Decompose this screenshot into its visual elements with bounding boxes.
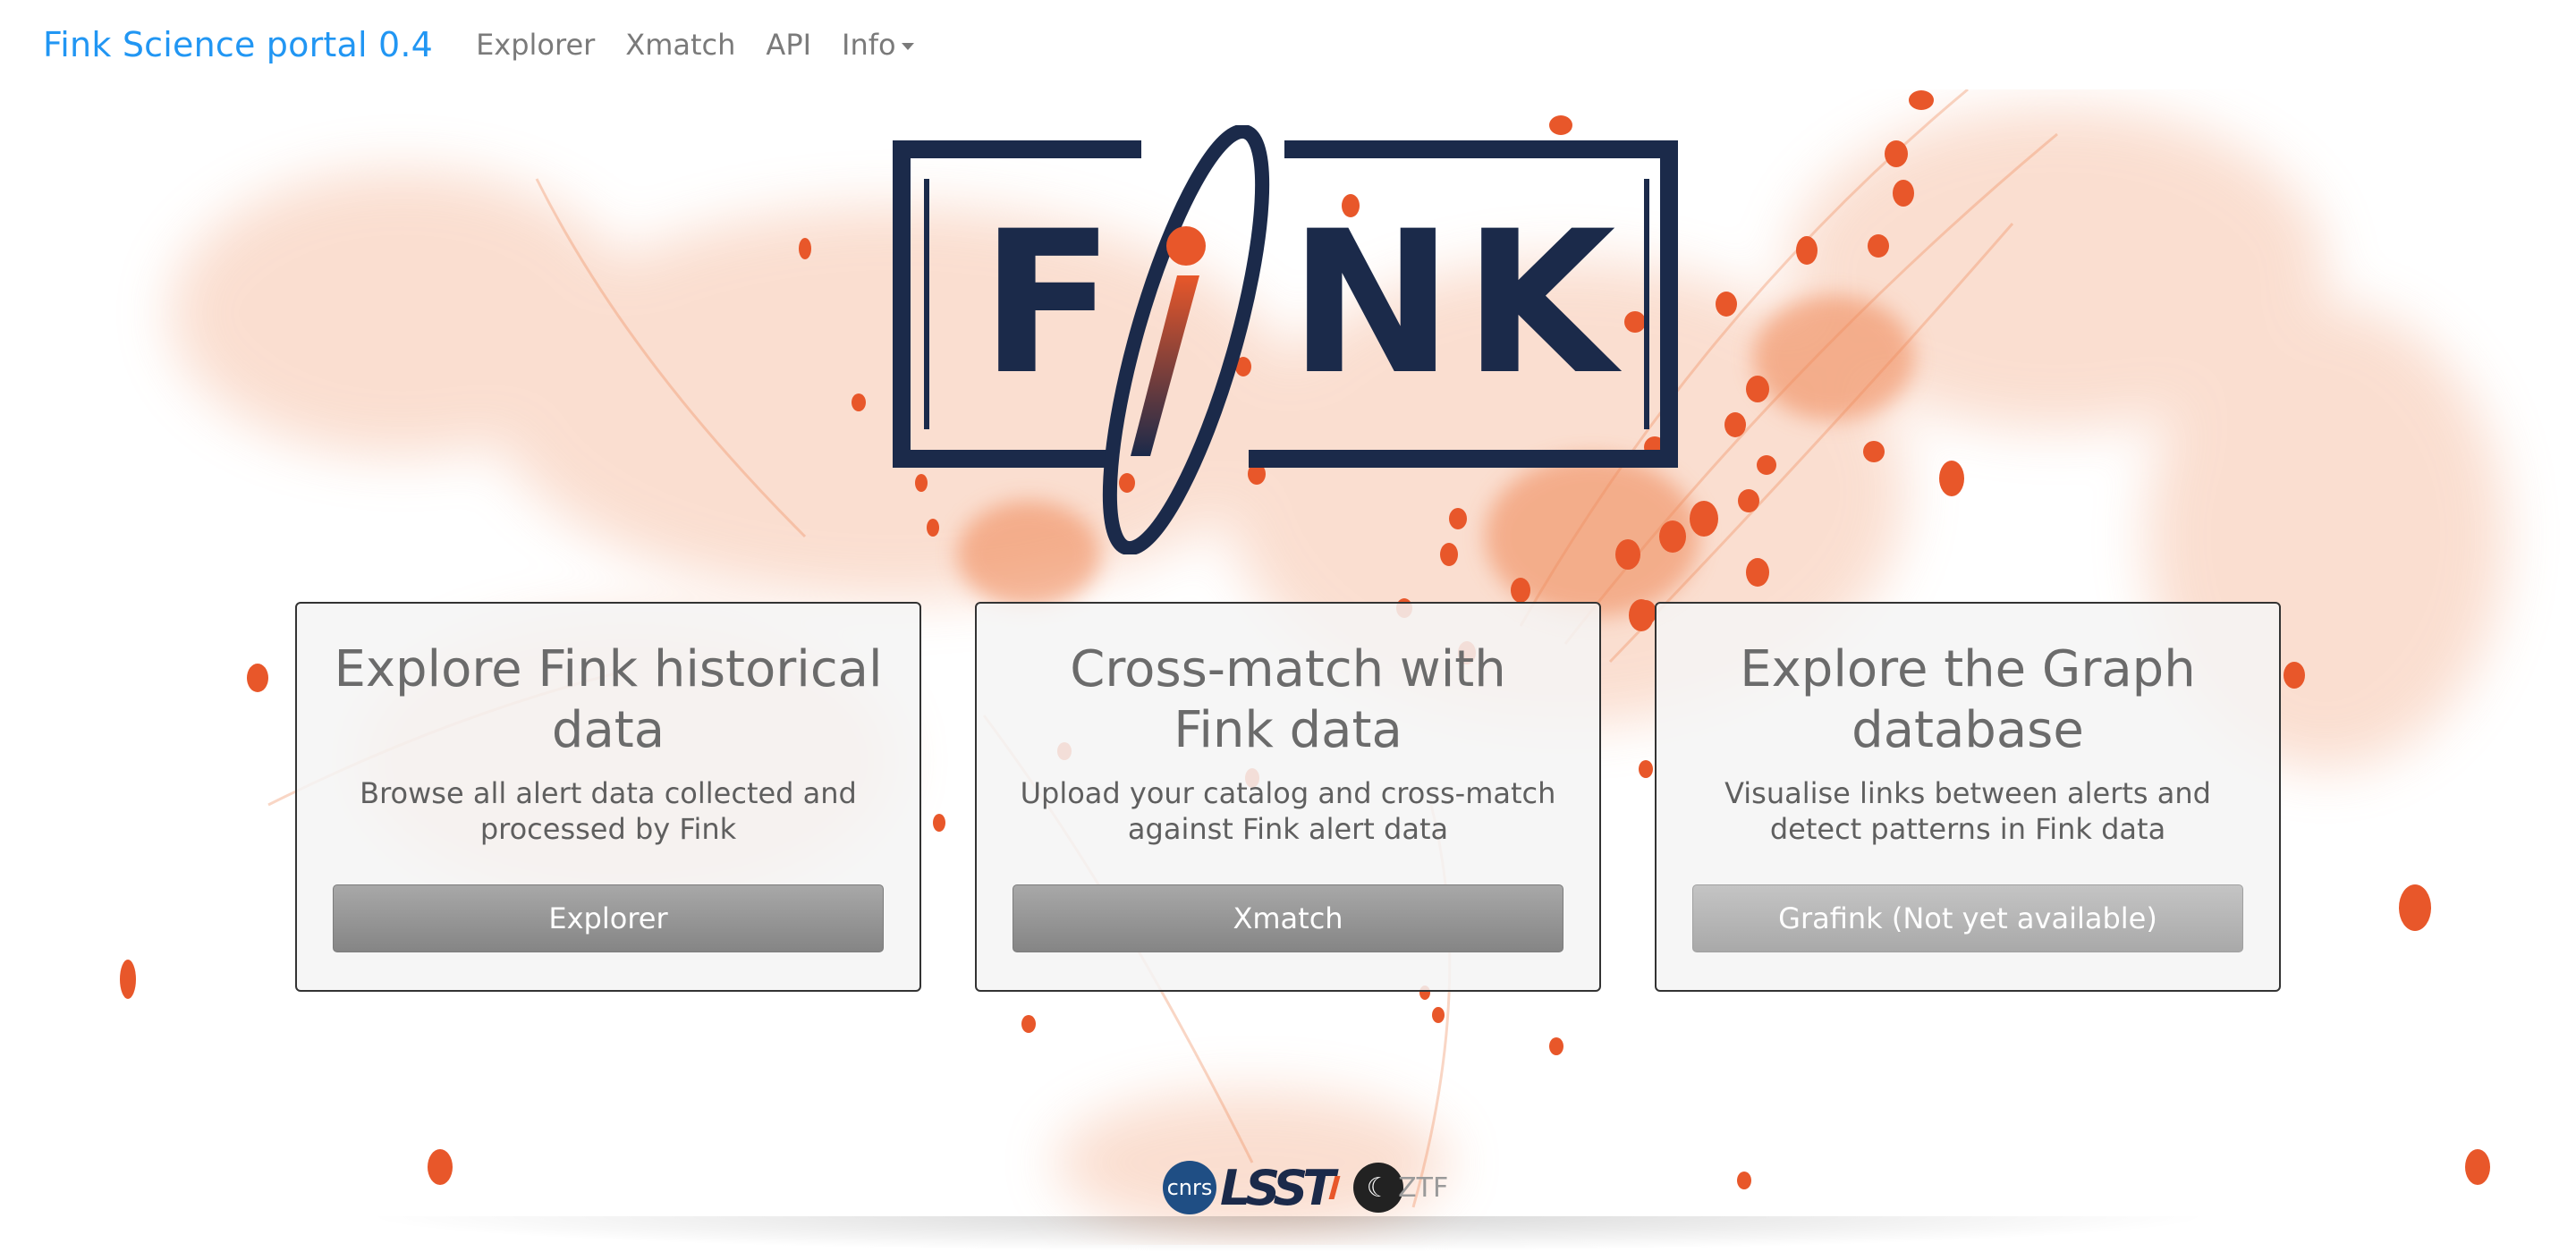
brand-link[interactable]: Fink Science portal 0.4 xyxy=(43,25,433,64)
partner-logos: cnrs LSST ☾ ZTF xyxy=(1163,1159,1448,1216)
nav-info-dropdown[interactable]: Info xyxy=(842,28,914,62)
svg-text:N: N xyxy=(1289,189,1453,418)
lsst-logo-icon: LSST xyxy=(1220,1159,1335,1216)
card-xmatch: Cross-match with Fink data Upload your c… xyxy=(975,602,1601,992)
ztf-logo-text: ZTF xyxy=(1398,1172,1449,1204)
card-title: Explore Fink historical data xyxy=(334,640,883,759)
fink-logo-icon: F N K xyxy=(893,125,1678,554)
card-title: Cross-match with Fink data xyxy=(1070,640,1506,759)
card-grafink: Explore the Graph database Visualise lin… xyxy=(1655,602,2281,992)
xmatch-button[interactable]: Xmatch xyxy=(1013,884,1563,952)
card-description: Upload your catalog and cross-match agai… xyxy=(1020,776,1556,846)
card-description: Browse all alert data collected and proc… xyxy=(360,776,857,846)
card-description: Visualise links between alerts and detec… xyxy=(1724,776,2211,846)
card-explorer: Explore Fink historical data Browse all … xyxy=(295,602,921,992)
grafink-button[interactable]: Grafink (Not yet available) xyxy=(1692,884,2243,952)
lsst-accent-bar xyxy=(1328,1176,1341,1199)
caret-down-icon xyxy=(901,43,914,50)
nav-info-label: Info xyxy=(842,28,896,62)
svg-text:K: K xyxy=(1463,189,1623,418)
nav-explorer[interactable]: Explorer xyxy=(476,28,595,62)
top-navbar: Fink Science portal 0.4 Explorer Xmatch … xyxy=(0,0,2576,89)
explorer-button[interactable]: Explorer xyxy=(333,884,884,952)
ztf-logo-icon: ☾ xyxy=(1353,1163,1404,1213)
nav-xmatch[interactable]: Xmatch xyxy=(625,28,735,62)
svg-text:F: F xyxy=(980,189,1114,418)
cnrs-logo-icon: cnrs xyxy=(1163,1161,1216,1214)
bottom-shadow xyxy=(358,1216,2218,1252)
card-title: Explore the Graph database xyxy=(1740,640,2196,759)
nav-api[interactable]: API xyxy=(766,28,811,62)
